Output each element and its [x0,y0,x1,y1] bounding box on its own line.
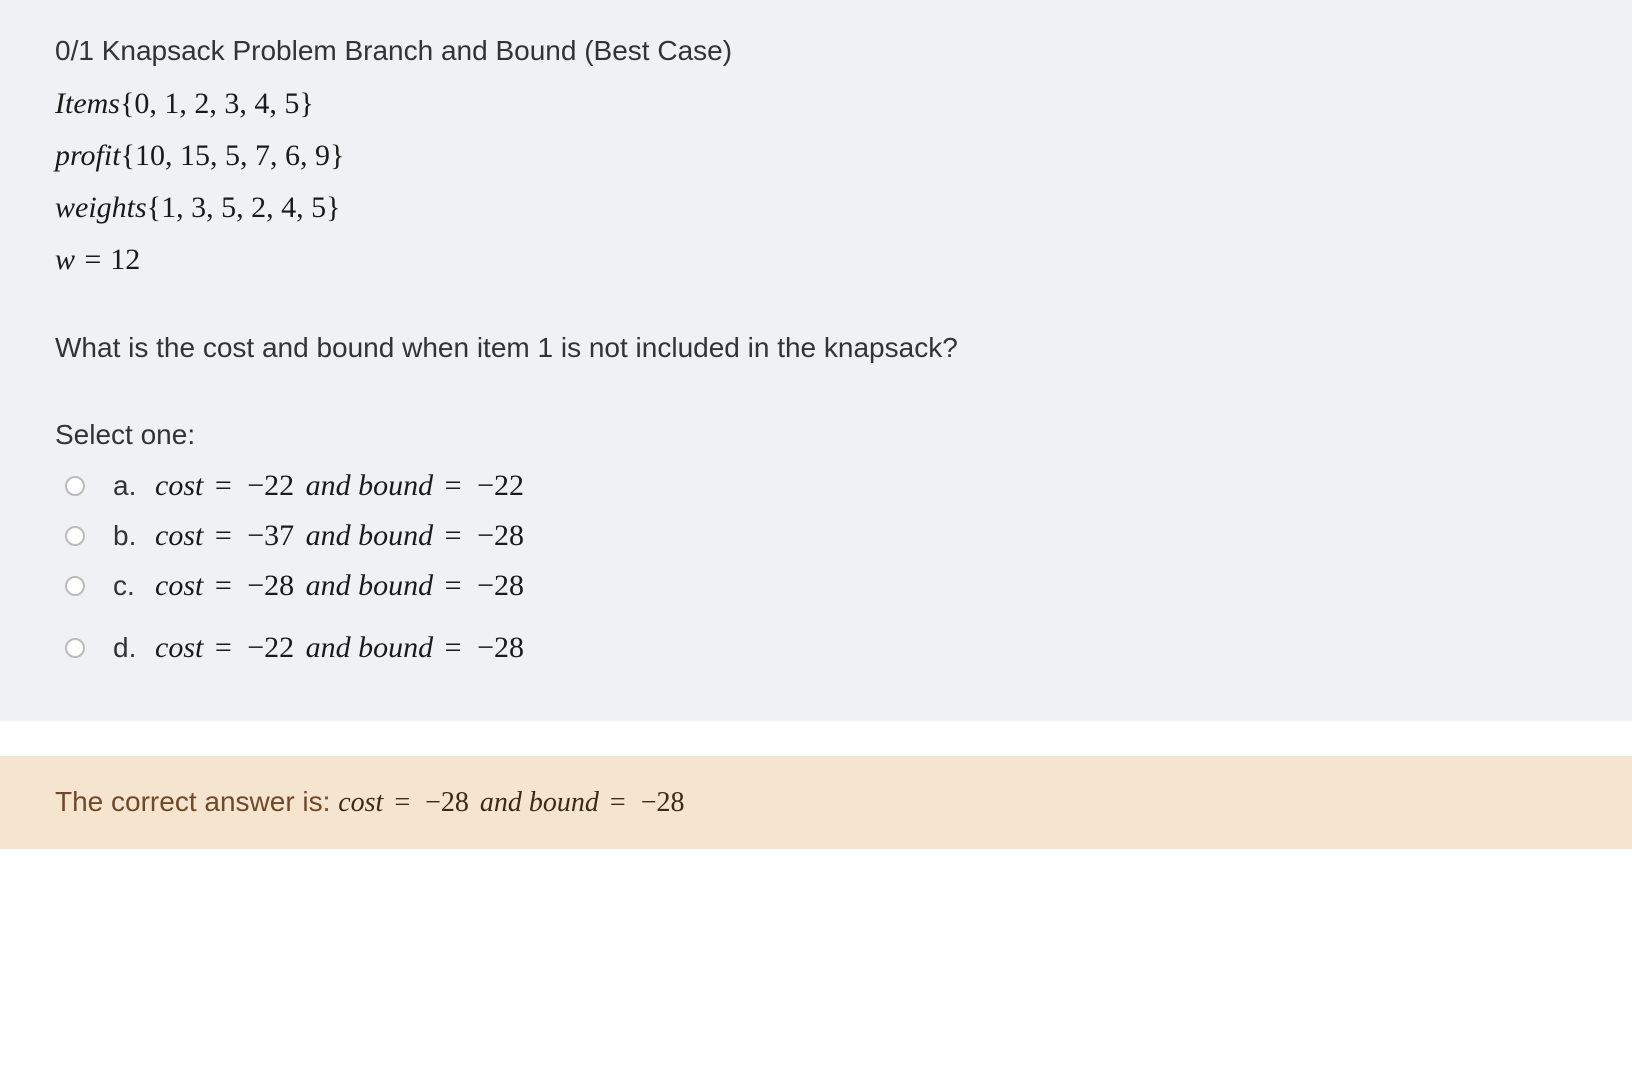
cost-value: −28 [243,569,298,602]
equals-op: = [203,519,243,552]
option-letter: b. [113,520,155,552]
option-letter: a. [113,470,155,502]
bound-word: and bound [298,631,433,664]
cost-value: −37 [243,519,298,552]
option-d[interactable]: d. cost = −22 and bound = −28 [65,631,1577,665]
equals-op: = [599,787,637,818]
profit-label: profit [55,139,121,172]
profit-set: {10, 15, 5, 7, 6, 9} [121,139,345,172]
equals-op: = [203,631,243,664]
radio-icon[interactable] [65,638,85,658]
bound-word: and bound [473,787,599,818]
equals-op: = [433,569,473,602]
bound-word: and bound [298,469,433,502]
answer-bound-value: −28 [637,787,689,818]
weights-set: {1, 3, 5, 2, 4, 5} [147,191,341,224]
equals-op: = [433,469,473,502]
radio-icon[interactable] [65,526,85,546]
answer-prefix: The correct answer is: [55,786,338,817]
cost-word: cost [338,787,383,818]
items-line: Items{0, 1, 2, 3, 4, 5} [55,87,1577,121]
options-group: a. cost = −22 and bound = −22 b. cost = … [55,469,1577,665]
equals-op: = [433,519,473,552]
question-prompt: What is the cost and bound when item 1 i… [55,332,1577,364]
option-text: cost = −22 and bound = −28 [155,631,528,665]
w-label: w [55,243,75,276]
option-text: cost = −28 and bound = −28 [155,569,528,603]
answer-text: The correct answer is: cost = −28 and bo… [55,786,1577,819]
cost-word: cost [155,519,203,552]
question-title: 0/1 Knapsack Problem Branch and Bound (B… [55,35,1577,67]
bound-value: −28 [473,631,528,664]
answer-cost-value: −28 [421,787,473,818]
bound-value: −22 [473,469,528,502]
option-text: cost = −22 and bound = −22 [155,469,528,503]
equals-op: = [433,631,473,664]
bound-value: −28 [473,569,528,602]
weights-line: weights{1, 3, 5, 2, 4, 5} [55,191,1577,225]
equals-op: = [203,469,243,502]
option-a[interactable]: a. cost = −22 and bound = −22 [65,469,1577,503]
cost-value: −22 [243,469,298,502]
equals-op: = [383,787,421,818]
question-panel: 0/1 Knapsack Problem Branch and Bound (B… [0,0,1632,721]
select-one-label: Select one: [55,419,1577,451]
bound-word: and bound [298,519,433,552]
cost-value: −22 [243,631,298,664]
profit-line: profit{10, 15, 5, 7, 6, 9} [55,139,1577,173]
radio-icon[interactable] [65,476,85,496]
cost-word: cost [155,469,203,502]
items-label: Items [55,87,120,120]
equals-op: = [75,243,110,276]
cost-word: cost [155,569,203,602]
radio-icon[interactable] [65,576,85,596]
items-set: {0, 1, 2, 3, 4, 5} [120,87,314,120]
w-line: w = 12 [55,243,1577,277]
equals-op: = [203,569,243,602]
bound-value: −28 [473,519,528,552]
bound-word: and bound [298,569,433,602]
weights-label: weights [55,191,147,224]
answer-panel: The correct answer is: cost = −28 and bo… [0,756,1632,849]
option-letter: d. [113,632,155,664]
option-letter: c. [113,570,155,602]
option-text: cost = −37 and bound = −28 [155,519,528,553]
w-value: 12 [110,243,140,276]
option-b[interactable]: b. cost = −37 and bound = −28 [65,519,1577,553]
cost-word: cost [155,631,203,664]
option-c[interactable]: c. cost = −28 and bound = −28 [65,569,1577,603]
